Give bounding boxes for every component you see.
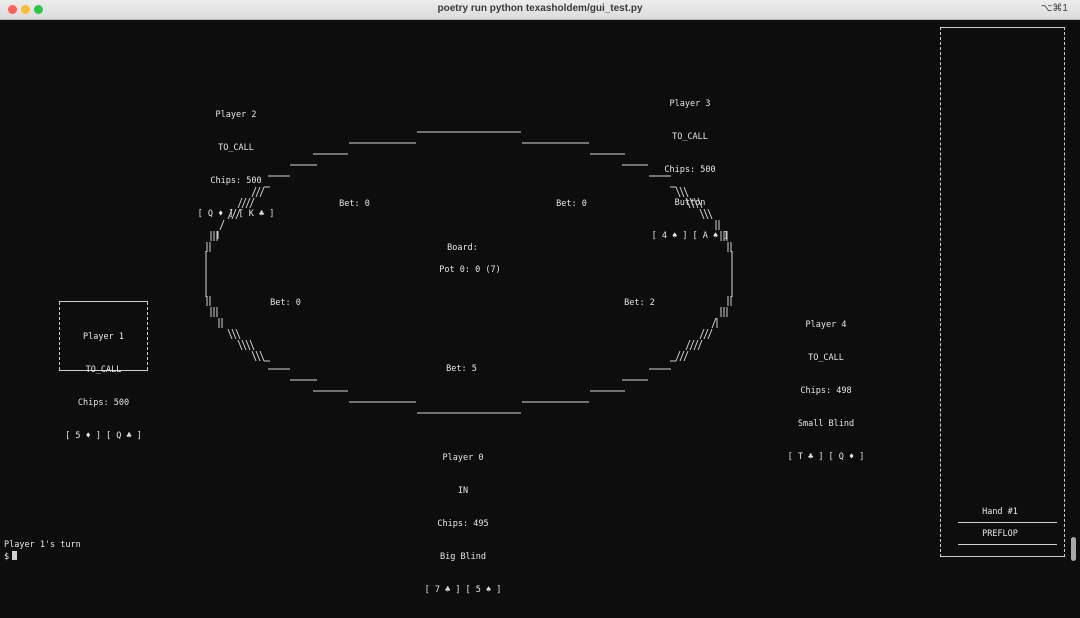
player-chips: Chips: 500 [210,176,262,186]
player-cards: [ 5 ♦ ] [ Q ♣ ] [65,431,142,441]
window-title: poetry run python texasholdem/gui_test.p… [437,3,643,14]
shell-prompt[interactable]: $ [4,551,18,563]
player4-seat: Player 4 TO_CALL Chips: 498 Small Blind … [786,298,866,485]
bet-player2: Bet: 0 [339,199,370,209]
player-chips: Chips: 495 [437,519,489,529]
player-chips: Chips: 498 [800,386,852,396]
player0-seat: Player 0 IN Chips: 495 Big Blind [ 7 ♣ ]… [423,431,503,618]
player1-seat: Player 1 TO_CALL Chips: 500 [ 5 ♦ ] [ Q … [59,310,148,464]
prompt-symbol: $ [4,552,10,562]
player-cards: [ T ♣ ] [ Q ♦ ] [787,452,865,462]
terminal-scrollbar[interactable] [1071,537,1076,561]
player-name: Player 4 [805,320,847,330]
bet-player1: Bet: 0 [270,298,301,308]
player-name: Player 2 [215,110,257,120]
bet-player0: Bet: 5 [446,364,477,374]
player-cards: [ 4 ♠ ] [ A ♠ ] [651,231,729,241]
player-name: Player 3 [669,99,711,109]
panel-left-border [940,27,941,557]
player1-seat-box: Player 1 TO_CALL Chips: 500 [ 5 ♦ ] [ Q … [59,301,148,441]
player-cards: [ 7 ♣ ] [ 5 ♠ ] [424,585,502,595]
bet-player3: Bet: 0 [556,199,587,209]
player-status: TO_CALL [808,353,844,363]
hand-number: Hand #1 [982,507,1018,517]
poker-table-outline [205,131,733,414]
player-status: TO_CALL [85,365,122,375]
player3-seat: Player 3 TO_CALL Chips: 500 Button [ 4 ♠… [650,77,730,264]
panel-right-border [1064,27,1065,557]
player2-seat: Player 2 TO_CALL Chips: 500 [ Q ♦ ] [ K … [196,88,276,242]
stage-box-top [958,522,1057,523]
player-chips: Chips: 500 [77,398,130,408]
player-role: Big Blind [439,552,487,562]
player-name: Player 1 [83,332,124,342]
window-shortcut: ⌥⌘1 [1040,3,1068,14]
player-status: IN [457,486,469,496]
player-cards: [ Q ♦ ] [ K ♣ ] [197,209,275,219]
terminal-area[interactable]: Board: Pot 0: 0 (7) Bet: 0 Bet: 0 Bet: 0… [0,19,1080,595]
player-name: Player 0 [442,453,484,463]
player-chips: Chips: 500 [664,165,716,175]
player-role: Small Blind [797,419,855,429]
pot-amount: Pot 0: 0 (7) [439,265,501,275]
turn-indicator: Player 1's turn [4,540,81,550]
window-titlebar: poetry run python texasholdem/gui_test.p… [0,0,1080,20]
panel-top-border [940,27,1065,28]
panel-bottom-border [940,556,1065,557]
text-cursor [12,551,18,560]
player-status: TO_CALL [218,143,254,153]
player-role: Button [674,198,706,208]
bet-player4: Bet: 2 [624,298,655,308]
player-status: TO_CALL [672,132,708,142]
stage-box-bottom [958,544,1057,545]
board-label: Board: [447,243,478,253]
stage-label: PREFLOP [982,529,1018,539]
